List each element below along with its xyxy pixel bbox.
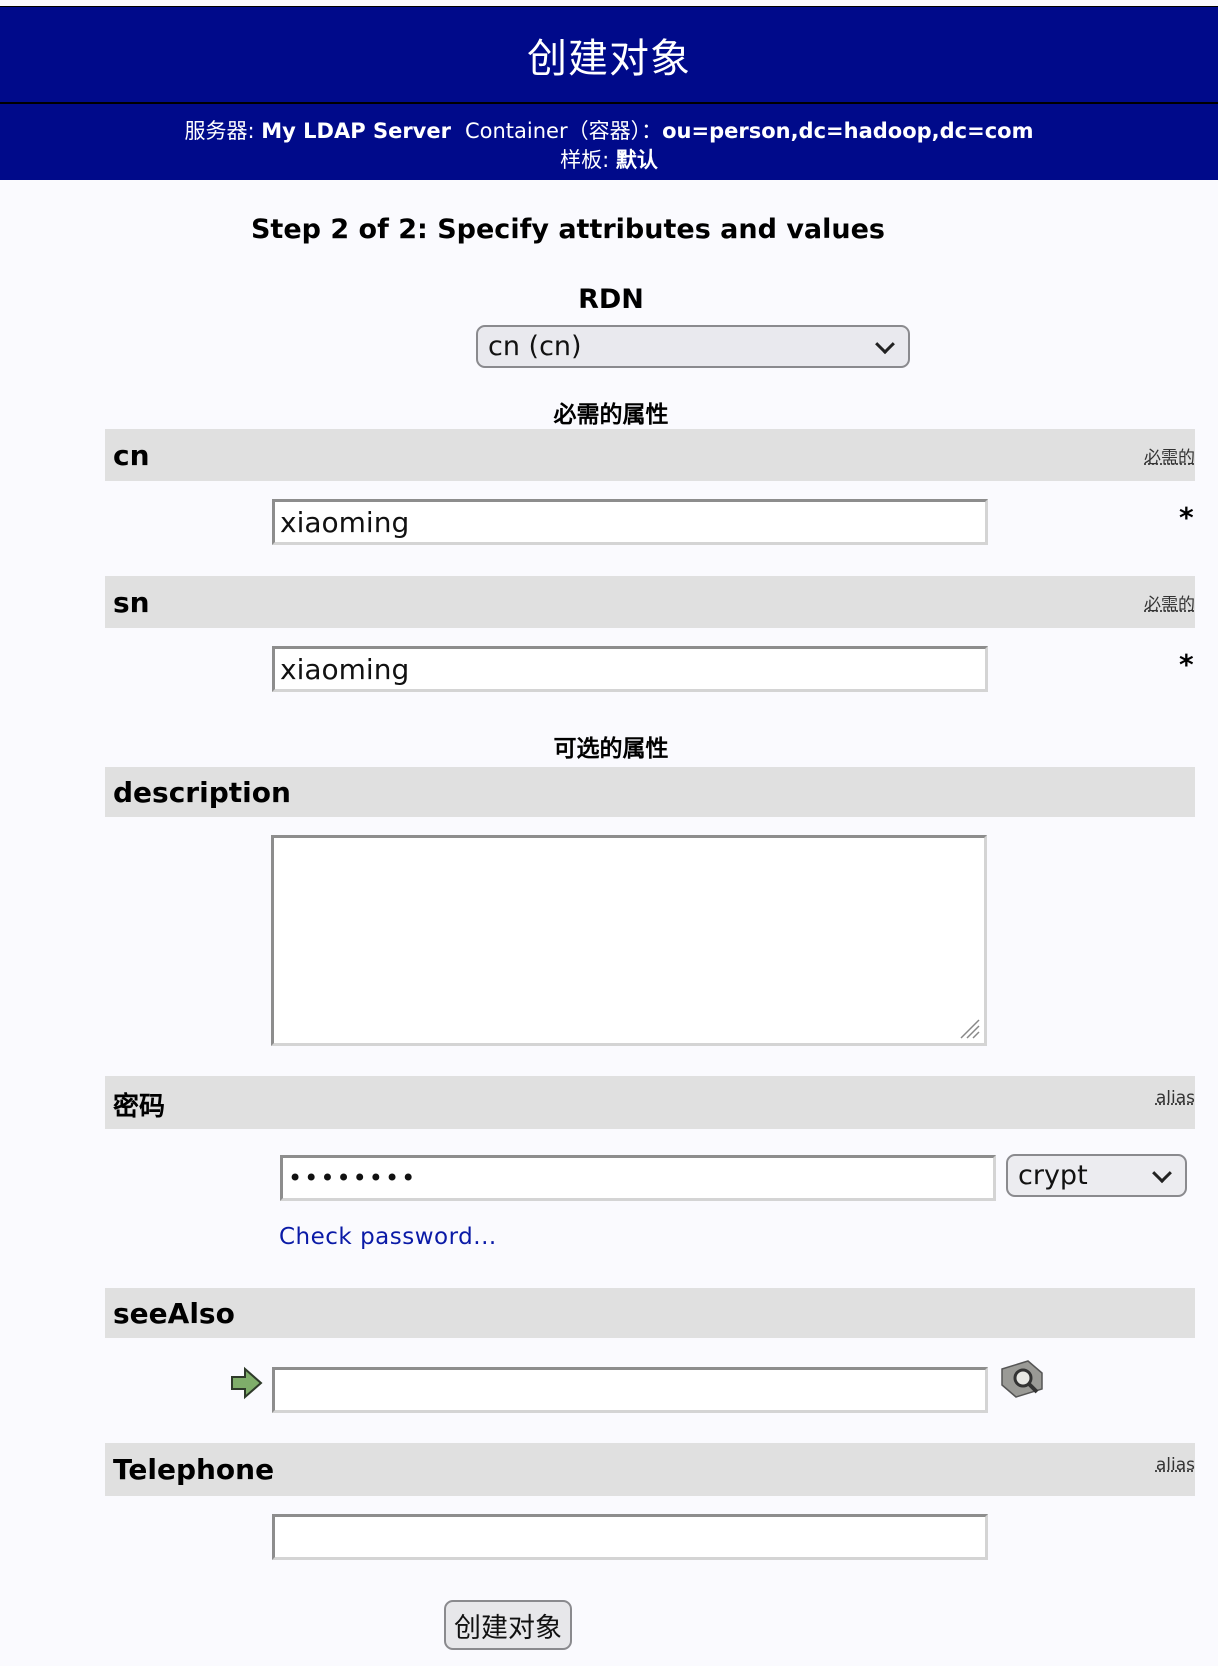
sn-input[interactable]: xiaoming bbox=[272, 646, 988, 692]
title-bar: 创建对象 bbox=[0, 6, 1218, 104]
attr-bar-password: 密码 alias bbox=[105, 1076, 1195, 1129]
rdn-select[interactable]: cn (cn) bbox=[476, 325, 910, 368]
password-input-value: •••••••• bbox=[288, 1164, 418, 1192]
attr-name-seealso: seeAlso bbox=[113, 1297, 235, 1330]
description-textarea[interactable] bbox=[271, 835, 987, 1046]
arrow-right-icon[interactable] bbox=[230, 1366, 264, 1400]
rdn-select-value: cn (cn) bbox=[488, 331, 582, 362]
check-password-link[interactable]: Check password... bbox=[279, 1224, 497, 1250]
info-line-server: 服务器: My LDAP Server Container（容器）：ou=pers… bbox=[0, 115, 1218, 145]
attr-name-telephone: Telephone bbox=[113, 1453, 275, 1486]
optional-section-title: 可选的属性 bbox=[553, 736, 669, 762]
attr-tag-password[interactable]: alias bbox=[1156, 1088, 1195, 1108]
attr-tag-cn[interactable]: 必需的 bbox=[1144, 443, 1195, 468]
cn-input[interactable]: xiaoming bbox=[272, 499, 988, 545]
attr-tag-telephone[interactable]: alias bbox=[1156, 1455, 1195, 1475]
attr-name-description: description bbox=[113, 776, 291, 809]
cn-input-value: xiaoming bbox=[280, 505, 410, 539]
sn-input-value: xiaoming bbox=[280, 652, 410, 686]
sn-required-star: * bbox=[1179, 648, 1194, 681]
template-label: 样板: bbox=[560, 148, 610, 172]
required-section-title: 必需的属性 bbox=[553, 402, 669, 428]
attr-tag-sn[interactable]: 必需的 bbox=[1144, 590, 1195, 615]
page-title: 创建对象 bbox=[527, 35, 691, 82]
telephone-input[interactable] bbox=[272, 1514, 988, 1560]
rdn-label: RDN bbox=[578, 284, 644, 315]
seealso-input[interactable] bbox=[272, 1367, 988, 1413]
attr-name-sn: sn bbox=[113, 586, 150, 619]
cn-required-star: * bbox=[1179, 501, 1194, 534]
step-title: Step 2 of 2: Specify attributes and valu… bbox=[250, 214, 886, 245]
template-value: 默认 bbox=[615, 148, 658, 172]
attr-name-password: 密码 bbox=[113, 1092, 166, 1122]
attr-name-cn: cn bbox=[113, 439, 150, 472]
create-object-button[interactable]: 创建对象 bbox=[444, 1600, 572, 1650]
password-input[interactable]: •••••••• bbox=[280, 1155, 996, 1201]
attr-bar-telephone: Telephone alias bbox=[105, 1443, 1195, 1496]
info-bar: 服务器: My LDAP Server Container（容器）：ou=pers… bbox=[0, 104, 1218, 180]
container-value: ou=person,dc=hadoop,dc=com bbox=[662, 119, 1034, 143]
server-label: 服务器: bbox=[184, 119, 255, 143]
server-value: My LDAP Server bbox=[261, 119, 451, 143]
password-hash-select[interactable]: crypt bbox=[1006, 1154, 1187, 1197]
attr-bar-seealso: seeAlso bbox=[105, 1288, 1195, 1338]
info-line-template: 样板: 默认 bbox=[0, 144, 1218, 174]
search-lookup-icon[interactable] bbox=[998, 1359, 1046, 1399]
chevron-down-icon bbox=[1152, 1162, 1172, 1183]
password-hash-value: crypt bbox=[1018, 1160, 1088, 1191]
resize-grip-icon[interactable] bbox=[957, 1016, 981, 1040]
chevron-down-icon bbox=[875, 333, 895, 354]
attr-bar-sn: sn 必需的 bbox=[105, 576, 1195, 628]
attr-bar-description: description bbox=[105, 767, 1195, 817]
container-label: Container（容器）： bbox=[464, 119, 663, 143]
attr-bar-cn: cn 必需的 bbox=[105, 429, 1195, 481]
